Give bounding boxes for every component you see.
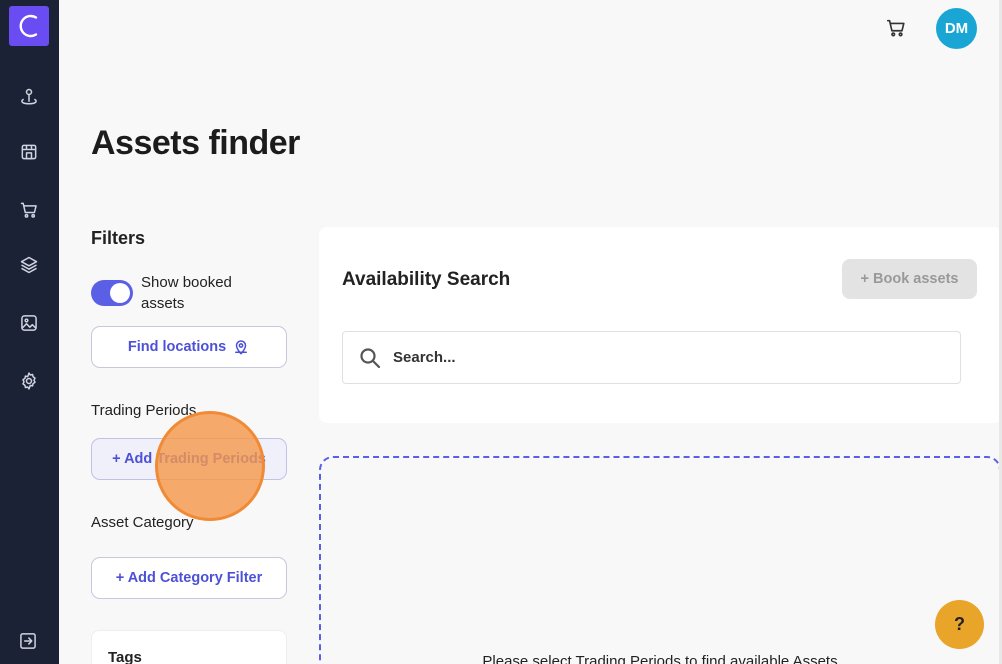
- empty-state-message: Please select Trading Periods to find av…: [482, 653, 838, 664]
- sidebar-item-media[interactable]: [17, 311, 41, 335]
- filters-title: Filters: [91, 228, 146, 248]
- tags-card: Tags: [91, 630, 287, 664]
- find-locations-label: Find locations: [127, 339, 227, 355]
- store-icon: [21, 144, 37, 160]
- availability-search-card: Availability Search + Book assets: [319, 227, 1002, 423]
- search-input[interactable]: [393, 349, 953, 366]
- logout-button[interactable]: [16, 629, 40, 653]
- logout-icon: [20, 633, 36, 649]
- asset-category-label: Asset Category: [91, 514, 194, 531]
- sidebar-item-settings[interactable]: [17, 369, 41, 393]
- map-pin-icon: [21, 88, 37, 105]
- add-category-filter-label: + Add Category Filter: [115, 570, 263, 586]
- trading-periods-label: Trading Periods: [91, 402, 197, 419]
- sidebar-item-stores[interactable]: [17, 140, 41, 164]
- search-field[interactable]: [342, 331, 961, 384]
- user-avatar[interactable]: DM: [936, 8, 977, 49]
- cart-icon: [886, 19, 905, 37]
- availability-search-title: Availability Search: [342, 269, 511, 290]
- page-title: Assets finder: [91, 124, 300, 162]
- results-area: Please select Trading Periods to find av…: [319, 456, 1001, 664]
- location-pin-icon: [235, 340, 248, 355]
- sidebar: [0, 0, 59, 664]
- show-booked-toggle[interactable]: [91, 280, 133, 306]
- toggle-knob: [110, 283, 130, 303]
- layers-icon: [20, 256, 38, 274]
- sidebar-item-locations[interactable]: [17, 85, 41, 109]
- add-category-filter-button[interactable]: + Add Category Filter: [91, 557, 287, 599]
- add-trading-periods-button[interactable]: + Add Trading Periods: [91, 438, 287, 480]
- sidebar-item-layers[interactable]: [17, 253, 41, 277]
- show-booked-label: Show booked assets: [141, 274, 232, 312]
- search-icon: [360, 347, 381, 368]
- app-logo[interactable]: [9, 6, 49, 46]
- image-icon: [21, 315, 37, 331]
- book-assets-button[interactable]: + Book assets: [842, 259, 977, 299]
- gear-icon: [22, 372, 36, 390]
- topbar-cart-button[interactable]: [885, 17, 907, 39]
- tags-label: Tags: [108, 649, 142, 664]
- logo-c-icon: [19, 14, 38, 38]
- sidebar-item-cart[interactable]: [17, 198, 41, 222]
- main-content: DM Assets finder Filters Show booked ass…: [59, 0, 1002, 664]
- cart-icon: [20, 202, 37, 218]
- find-locations-button[interactable]: Find locations: [91, 326, 287, 368]
- add-trading-periods-label: + Add Trading Periods: [112, 451, 266, 467]
- help-button[interactable]: ?: [935, 600, 984, 649]
